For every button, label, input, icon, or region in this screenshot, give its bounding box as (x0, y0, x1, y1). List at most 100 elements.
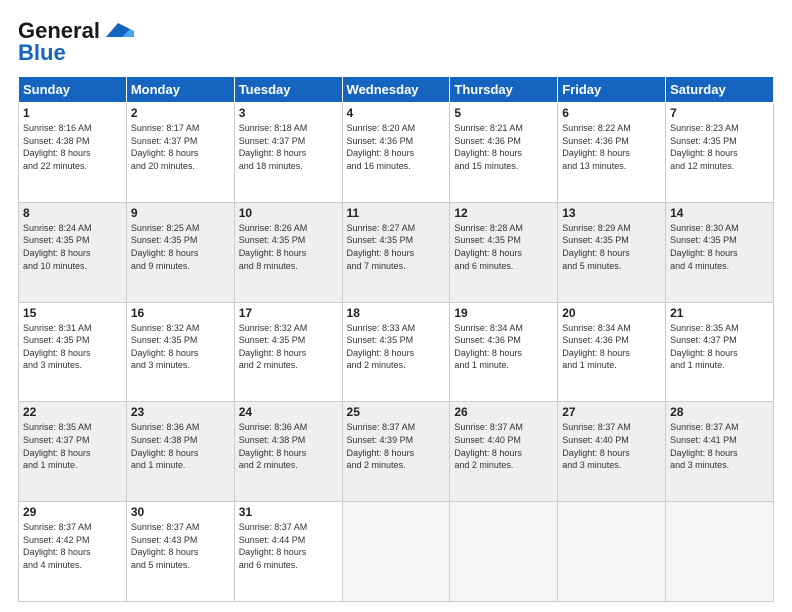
day-number: 16 (131, 306, 230, 320)
day-info: Sunrise: 8:37 AM Sunset: 4:41 PM Dayligh… (670, 421, 769, 471)
day-number: 1 (23, 106, 122, 120)
day-info: Sunrise: 8:30 AM Sunset: 4:35 PM Dayligh… (670, 222, 769, 272)
day-info: Sunrise: 8:29 AM Sunset: 4:35 PM Dayligh… (562, 222, 661, 272)
header: General Blue (18, 18, 774, 66)
weekday-wednesday: Wednesday (342, 77, 450, 103)
day-number: 29 (23, 505, 122, 519)
day-number: 5 (454, 106, 553, 120)
day-number: 14 (670, 206, 769, 220)
calendar-cell: 11 Sunrise: 8:27 AM Sunset: 4:35 PM Dayli… (342, 202, 450, 302)
calendar-cell: 15 Sunrise: 8:31 AM Sunset: 4:35 PM Dayli… (19, 302, 127, 402)
calendar-cell: 27Sunrise: 8:37 AM Sunset: 4:40 PM Dayli… (558, 402, 666, 502)
calendar-cell: 25Sunrise: 8:37 AM Sunset: 4:39 PM Dayli… (342, 402, 450, 502)
calendar-cell: 13 Sunrise: 8:29 AM Sunset: 4:35 PM Dayli… (558, 202, 666, 302)
day-number: 9 (131, 206, 230, 220)
day-info: Sunrise: 8:28 AM Sunset: 4:35 PM Dayligh… (454, 222, 553, 272)
calendar: SundayMondayTuesdayWednesdayThursdayFrid… (18, 76, 774, 602)
day-number: 12 (454, 206, 553, 220)
calendar-cell: 28 Sunrise: 8:37 AM Sunset: 4:41 PM Dayli… (666, 402, 774, 502)
calendar-cell: 7 Sunrise: 8:23 AM Sunset: 4:35 PM Daylig… (666, 103, 774, 203)
day-info: Sunrise: 8:33 AM Sunset: 4:35 PM Dayligh… (347, 322, 446, 372)
calendar-cell: 29 Sunrise: 8:37 AM Sunset: 4:42 PM Dayli… (19, 502, 127, 602)
week-row-5: 29 Sunrise: 8:37 AM Sunset: 4:42 PM Dayli… (19, 502, 774, 602)
day-number: 23 (131, 405, 230, 419)
day-number: 22 (23, 405, 122, 419)
day-number: 3 (239, 106, 338, 120)
day-info: Sunrise: 8:37 AM Sunset: 4:44 PM Dayligh… (239, 521, 338, 571)
calendar-cell: 3Sunrise: 8:18 AM Sunset: 4:37 PM Daylig… (234, 103, 342, 203)
day-info: Sunrise: 8:37 AM Sunset: 4:42 PM Dayligh… (23, 521, 122, 571)
calendar-cell (342, 502, 450, 602)
calendar-cell (666, 502, 774, 602)
calendar-cell: 17 Sunrise: 8:32 AM Sunset: 4:35 PM Dayli… (234, 302, 342, 402)
day-info: Sunrise: 8:35 AM Sunset: 4:37 PM Dayligh… (23, 421, 122, 471)
day-number: 10 (239, 206, 338, 220)
day-number: 17 (239, 306, 338, 320)
calendar-cell: 8 Sunrise: 8:24 AM Sunset: 4:35 PM Daylig… (19, 202, 127, 302)
day-info: Sunrise: 8:26 AM Sunset: 4:35 PM Dayligh… (239, 222, 338, 272)
day-info: Sunrise: 8:37 AM Sunset: 4:40 PM Dayligh… (454, 421, 553, 471)
calendar-cell: 14 Sunrise: 8:30 AM Sunset: 4:35 PM Dayli… (666, 202, 774, 302)
calendar-cell: 30Sunrise: 8:37 AM Sunset: 4:43 PM Dayli… (126, 502, 234, 602)
page: General Blue SundayMondayTuesdayWednesda… (0, 0, 792, 612)
logo: General Blue (18, 18, 134, 66)
calendar-cell: 2 Sunrise: 8:17 AM Sunset: 4:37 PM Daylig… (126, 103, 234, 203)
calendar-cell: 19 Sunrise: 8:34 AM Sunset: 4:36 PM Dayli… (450, 302, 558, 402)
day-number: 31 (239, 505, 338, 519)
day-info: Sunrise: 8:21 AM Sunset: 4:36 PM Dayligh… (454, 122, 553, 172)
calendar-cell: 6 Sunrise: 8:22 AM Sunset: 4:36 PM Daylig… (558, 103, 666, 203)
day-info: Sunrise: 8:27 AM Sunset: 4:35 PM Dayligh… (347, 222, 446, 272)
calendar-cell: 12 Sunrise: 8:28 AM Sunset: 4:35 PM Dayli… (450, 202, 558, 302)
day-info: Sunrise: 8:35 AM Sunset: 4:37 PM Dayligh… (670, 322, 769, 372)
weekday-tuesday: Tuesday (234, 77, 342, 103)
day-number: 18 (347, 306, 446, 320)
day-info: Sunrise: 8:36 AM Sunset: 4:38 PM Dayligh… (239, 421, 338, 471)
week-row-4: 22 Sunrise: 8:35 AM Sunset: 4:37 PM Dayli… (19, 402, 774, 502)
week-row-2: 8 Sunrise: 8:24 AM Sunset: 4:35 PM Daylig… (19, 202, 774, 302)
day-number: 30 (131, 505, 230, 519)
weekday-friday: Friday (558, 77, 666, 103)
calendar-cell: 20 Sunrise: 8:34 AM Sunset: 4:36 PM Dayli… (558, 302, 666, 402)
weekday-sunday: Sunday (19, 77, 127, 103)
day-number: 7 (670, 106, 769, 120)
day-info: Sunrise: 8:24 AM Sunset: 4:35 PM Dayligh… (23, 222, 122, 272)
day-info: Sunrise: 8:22 AM Sunset: 4:36 PM Dayligh… (562, 122, 661, 172)
day-number: 28 (670, 405, 769, 419)
day-number: 11 (347, 206, 446, 220)
day-info: Sunrise: 8:34 AM Sunset: 4:36 PM Dayligh… (562, 322, 661, 372)
calendar-cell (450, 502, 558, 602)
calendar-cell (558, 502, 666, 602)
day-number: 13 (562, 206, 661, 220)
day-number: 2 (131, 106, 230, 120)
day-number: 8 (23, 206, 122, 220)
day-info: Sunrise: 8:36 AM Sunset: 4:38 PM Dayligh… (131, 421, 230, 471)
calendar-cell: 9Sunrise: 8:25 AM Sunset: 4:35 PM Daylig… (126, 202, 234, 302)
logo-icon (102, 21, 134, 41)
calendar-cell: 16 Sunrise: 8:32 AM Sunset: 4:35 PM Dayli… (126, 302, 234, 402)
day-number: 15 (23, 306, 122, 320)
week-row-1: 1 Sunrise: 8:16 AM Sunset: 4:38 PM Daylig… (19, 103, 774, 203)
calendar-cell: 10 Sunrise: 8:26 AM Sunset: 4:35 PM Dayli… (234, 202, 342, 302)
calendar-cell: 1 Sunrise: 8:16 AM Sunset: 4:38 PM Daylig… (19, 103, 127, 203)
day-info: Sunrise: 8:37 AM Sunset: 4:39 PM Dayligh… (347, 421, 446, 471)
day-info: Sunrise: 8:20 AM Sunset: 4:36 PM Dayligh… (347, 122, 446, 172)
calendar-cell: 21Sunrise: 8:35 AM Sunset: 4:37 PM Dayli… (666, 302, 774, 402)
calendar-cell: 4 Sunrise: 8:20 AM Sunset: 4:36 PM Daylig… (342, 103, 450, 203)
calendar-body: 1 Sunrise: 8:16 AM Sunset: 4:38 PM Daylig… (19, 103, 774, 602)
day-info: Sunrise: 8:16 AM Sunset: 4:38 PM Dayligh… (23, 122, 122, 172)
day-number: 4 (347, 106, 446, 120)
day-number: 6 (562, 106, 661, 120)
weekday-saturday: Saturday (666, 77, 774, 103)
day-info: Sunrise: 8:32 AM Sunset: 4:35 PM Dayligh… (239, 322, 338, 372)
day-number: 20 (562, 306, 661, 320)
day-number: 19 (454, 306, 553, 320)
calendar-cell: 5 Sunrise: 8:21 AM Sunset: 4:36 PM Daylig… (450, 103, 558, 203)
weekday-header-row: SundayMondayTuesdayWednesdayThursdayFrid… (19, 77, 774, 103)
calendar-cell: 18 Sunrise: 8:33 AM Sunset: 4:35 PM Dayli… (342, 302, 450, 402)
day-info: Sunrise: 8:32 AM Sunset: 4:35 PM Dayligh… (131, 322, 230, 372)
day-info: Sunrise: 8:17 AM Sunset: 4:37 PM Dayligh… (131, 122, 230, 172)
day-info: Sunrise: 8:31 AM Sunset: 4:35 PM Dayligh… (23, 322, 122, 372)
day-number: 24 (239, 405, 338, 419)
day-info: Sunrise: 8:34 AM Sunset: 4:36 PM Dayligh… (454, 322, 553, 372)
day-info: Sunrise: 8:23 AM Sunset: 4:35 PM Dayligh… (670, 122, 769, 172)
